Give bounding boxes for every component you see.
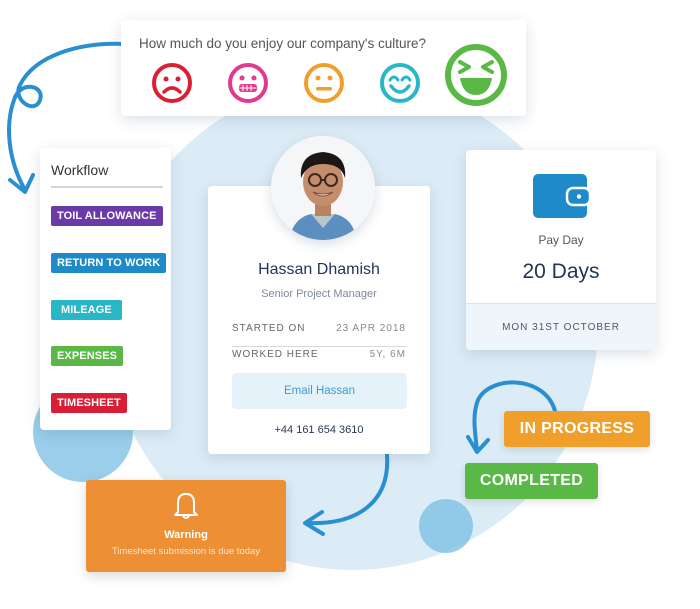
payday-card: Pay Day 20 Days MON 31ST OCTOBER: [466, 150, 656, 350]
worked-here-label: WORKED HERE: [232, 349, 319, 360]
workflow-card: Workflow TOIL ALLOWANCE RETURN TO WORK M…: [40, 148, 171, 430]
laughing-face-icon[interactable]: [443, 42, 509, 108]
payday-label: Pay Day: [538, 233, 584, 247]
person-photo-icon: [271, 136, 375, 240]
smile-face-icon[interactable]: [379, 62, 421, 104]
workflow-tag-timesheet[interactable]: TIMESHEET: [51, 393, 127, 413]
sad-face-icon[interactable]: [151, 62, 193, 104]
worked-here-row: WORKED HERE 5Y, 6M: [232, 349, 406, 360]
warning-message: Timesheet submission is due today: [111, 546, 261, 557]
profile-divider: [232, 346, 406, 347]
email-button[interactable]: Email Hassan: [232, 373, 407, 409]
grimace-face-icon[interactable]: [227, 62, 269, 104]
status-in-progress[interactable]: IN PROGRESS: [504, 411, 650, 447]
payday-countdown: 20 Days: [522, 260, 600, 283]
decorative-dot: [419, 499, 473, 553]
survey-question: How much do you enjoy our company's cult…: [139, 36, 426, 51]
payday-date: MON 31ST OCTOBER: [466, 303, 656, 350]
employee-name: Hassan Dhamish: [258, 261, 380, 278]
workflow-title: Workflow: [51, 162, 109, 178]
started-on-label: STARTED ON: [232, 323, 306, 334]
workflow-tag-toil-allowance[interactable]: TOIL ALLOWANCE: [51, 206, 163, 226]
worked-here-value: 5Y, 6M: [369, 349, 406, 360]
status-completed[interactable]: COMPLETED: [465, 463, 598, 499]
loop-arrowhead: [8, 173, 35, 194]
avatar: [271, 136, 375, 240]
warning-notification[interactable]: Warning Timesheet submission is due toda…: [86, 480, 286, 572]
employee-role: Senior Project Manager: [261, 288, 377, 300]
culture-survey-card: How much do you enjoy our company's cult…: [121, 20, 526, 116]
wallet-icon: [533, 174, 590, 218]
workflow-tag-mileage[interactable]: MILEAGE: [51, 300, 122, 320]
started-on-row: STARTED ON 23 APR 2018: [232, 323, 406, 334]
workflow-tag-expenses[interactable]: EXPENSES: [51, 346, 124, 366]
workflow-tag-return-to-work[interactable]: RETURN TO WORK: [51, 253, 167, 273]
workflow-divider: [51, 186, 163, 188]
phone-number[interactable]: +44 161 654 3610: [208, 424, 430, 436]
bell-icon: [174, 493, 198, 519]
neutral-face-icon[interactable]: [303, 62, 345, 104]
warning-title: Warning: [164, 529, 208, 541]
started-on-value: 23 APR 2018: [336, 323, 406, 334]
